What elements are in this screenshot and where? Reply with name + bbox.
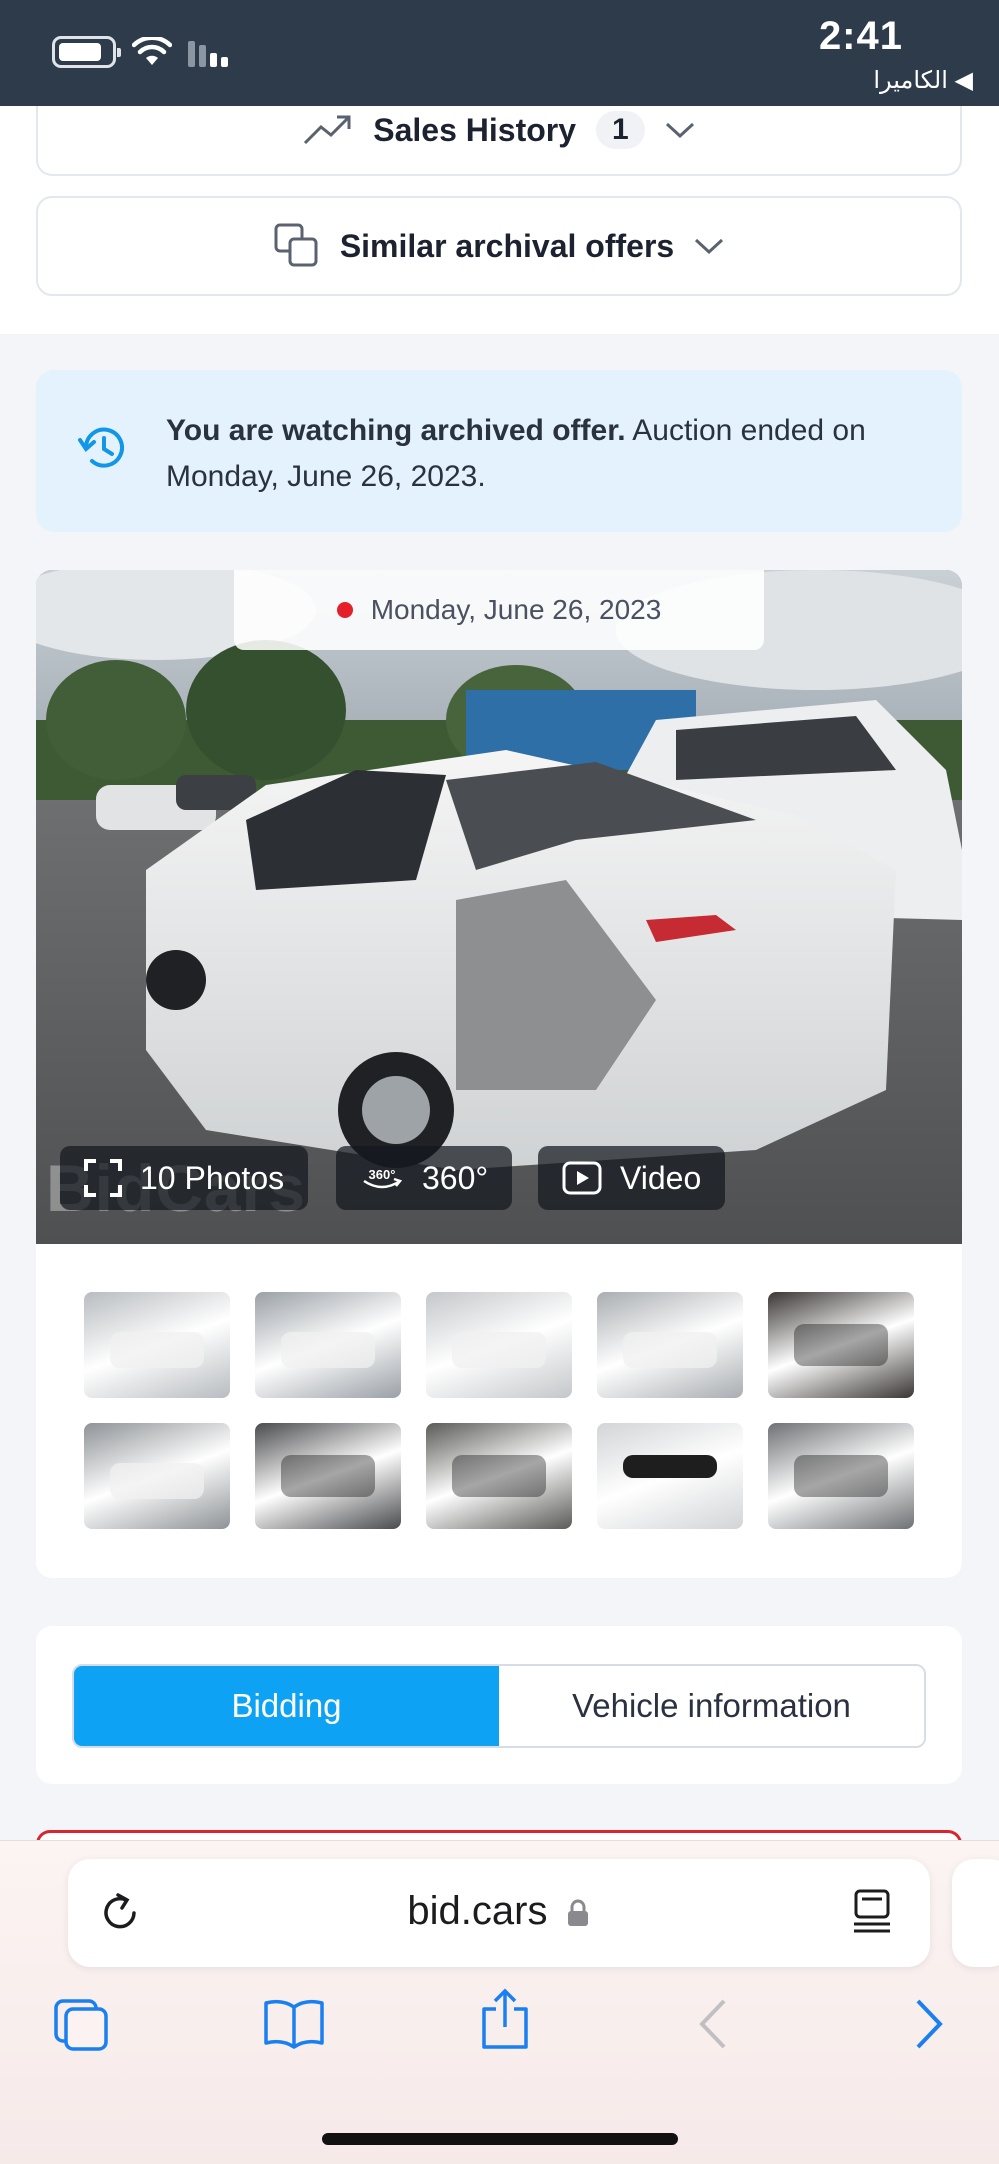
- thumbnail-front-left[interactable]: [84, 1292, 230, 1398]
- wifi-icon: [132, 37, 172, 65]
- browser-toolbar: bid.cars: [0, 1840, 999, 2164]
- thumbnail-image: [452, 1332, 546, 1369]
- status-bar: 2:41 ◀ الكاميرا: [0, 0, 999, 106]
- tab-vehicle-information[interactable]: Vehicle information: [499, 1666, 924, 1746]
- spin-360-label: 360°: [422, 1159, 489, 1196]
- archived-offer-notice: You are watching archived offer. Auction…: [36, 370, 962, 532]
- forward-icon[interactable]: [912, 1997, 946, 2051]
- thumbnail-image: [110, 1463, 204, 1500]
- battery-icon: [52, 36, 121, 68]
- video-button[interactable]: Video: [538, 1146, 726, 1210]
- copy-icon: [274, 223, 318, 267]
- similar-offers-toggle[interactable]: Similar archival offers: [36, 196, 962, 296]
- home-indicator: [322, 2133, 678, 2145]
- chevron-down-icon: [695, 238, 724, 255]
- thumbnail-image: [623, 1454, 717, 1479]
- url-domain: bid.cars: [407, 1889, 548, 1933]
- vehicle-photo-illustration: [36, 570, 962, 1244]
- photo-gallery: Monday, June 26, 2023 BidCars 10 Photos …: [36, 570, 962, 1578]
- sales-history-count: 1: [596, 111, 645, 149]
- top-section: Sales History 1 Similar archival offers: [0, 86, 999, 334]
- bookmarks-icon[interactable]: [262, 1997, 326, 2049]
- chevron-down-icon: [665, 122, 694, 139]
- history-icon: [78, 427, 124, 468]
- back-to-app-link[interactable]: ◀ الكاميرا: [873, 66, 973, 95]
- main-vehicle-photo[interactable]: Monday, June 26, 2023 BidCars 10 Photos …: [36, 570, 962, 1244]
- thumbnail-image: [281, 1454, 375, 1498]
- thumbnail-rear-right[interactable]: [426, 1292, 572, 1398]
- tab-bidding[interactable]: Bidding: [74, 1666, 499, 1746]
- spin-360-button[interactable]: 360° 360°: [336, 1146, 513, 1210]
- thumbnail-image: [623, 1332, 717, 1369]
- thumbnail-vin-label[interactable]: [597, 1423, 743, 1529]
- lock-icon: [567, 1899, 588, 1927]
- play-video-icon: [562, 1161, 602, 1195]
- tabs-card: Bidding Vehicle information: [36, 1626, 962, 1784]
- thumbnail-front[interactable]: [255, 1292, 401, 1398]
- fullscreen-icon: [84, 1159, 122, 1197]
- cellular-signal-icon: [188, 37, 228, 67]
- thumbnail-image: [452, 1454, 546, 1498]
- rotate-360-icon: 360°: [363, 1167, 403, 1189]
- photos-button[interactable]: 10 Photos: [60, 1146, 309, 1210]
- thumbnail-grid: [84, 1292, 914, 1529]
- photos-count-label: 10 Photos: [140, 1159, 285, 1196]
- auction-date-badge: Monday, June 26, 2023: [234, 570, 764, 650]
- url-text: bid.cars: [68, 1889, 930, 1934]
- detail-tabs: Bidding Vehicle information: [72, 1664, 926, 1748]
- thumbnail-image: [110, 1332, 204, 1369]
- trend-up-icon: [304, 115, 351, 145]
- thumbnail-rear[interactable]: [84, 1423, 230, 1529]
- status-icons: [52, 36, 228, 68]
- auction-date: Monday, June 26, 2023: [370, 594, 662, 625]
- thumbnail-interior-seat[interactable]: [426, 1423, 572, 1529]
- next-tab-preview[interactable]: [952, 1859, 999, 1967]
- thumbnail-interior-front[interactable]: [768, 1292, 914, 1398]
- reader-mode-icon[interactable]: [852, 1889, 892, 1935]
- tabs-overview-icon[interactable]: [52, 1997, 112, 2053]
- thumbnail-rear-left[interactable]: [597, 1292, 743, 1398]
- thumbnail-image: [794, 1323, 888, 1367]
- clock: 2:41: [818, 14, 903, 58]
- thumbnail-engine[interactable]: [768, 1423, 914, 1529]
- similar-offers-label: Similar archival offers: [339, 227, 675, 264]
- sales-history-label: Sales History: [373, 111, 577, 148]
- thumbnail-image: [794, 1454, 888, 1498]
- archived-message-bold: You are watching archived offer.: [166, 414, 626, 447]
- svg-text:360°: 360°: [369, 1167, 396, 1182]
- address-bar[interactable]: bid.cars: [68, 1859, 930, 1967]
- back-icon[interactable]: [696, 1997, 730, 2051]
- thumbnail-dashboard[interactable]: [255, 1423, 401, 1529]
- archived-message: You are watching archived offer. Auction…: [166, 408, 866, 500]
- video-label: Video: [620, 1159, 702, 1196]
- thumbnail-image: [281, 1332, 375, 1369]
- share-icon[interactable]: [478, 1987, 532, 2051]
- status-dot: [336, 602, 353, 618]
